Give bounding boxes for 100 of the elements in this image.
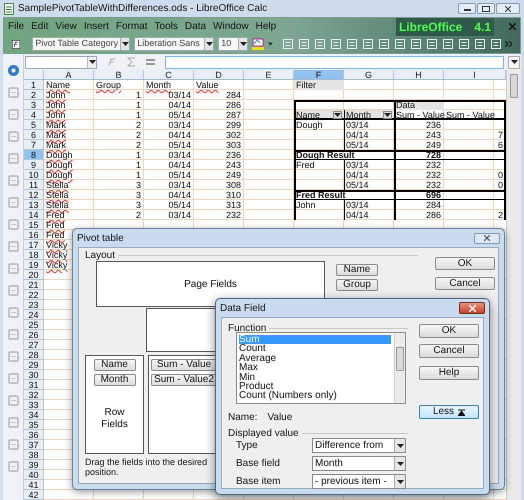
- menu-item[interactable]: Help: [256, 19, 276, 34]
- tool-icon[interactable]: [6, 284, 20, 297]
- row-header[interactable]: 40: [24, 470, 44, 480]
- dropdown-button[interactable]: [383, 111, 392, 119]
- row-header[interactable]: 24: [24, 310, 44, 320]
- row-header[interactable]: 21: [24, 280, 44, 290]
- list-item[interactable]: Count: [239, 344, 391, 354]
- row-header[interactable]: 2: [24, 90, 44, 100]
- row-header[interactable]: 23: [24, 300, 44, 310]
- row-header[interactable]: 3: [24, 100, 44, 110]
- menu-item[interactable]: Edit: [31, 19, 48, 34]
- row-header[interactable]: 5: [24, 120, 44, 130]
- scrollbar[interactable]: [394, 333, 405, 403]
- format-icon[interactable]: [491, 39, 501, 49]
- row-header[interactable]: 35: [24, 420, 44, 430]
- restore-button[interactable]: [477, 3, 495, 14]
- dialog-button[interactable]: Cancel: [435, 277, 495, 290]
- tool-icon[interactable]: [6, 218, 20, 231]
- menu-item[interactable]: Tools: [154, 19, 178, 34]
- tool-icon[interactable]: [6, 416, 20, 429]
- field-button[interactable]: Month: [94, 374, 136, 386]
- less-button[interactable]: Less: [419, 405, 479, 419]
- list-item[interactable]: Average: [239, 354, 391, 364]
- navigator-icon[interactable]: [6, 64, 20, 77]
- format-icon[interactable]: [427, 39, 437, 49]
- format-icon[interactable]: [283, 39, 293, 49]
- column-header[interactable]: A: [44, 70, 94, 79]
- row-header[interactable]: 7: [24, 140, 44, 150]
- expand-button[interactable]: [508, 56, 520, 68]
- highlight-icon[interactable]: [252, 38, 264, 50]
- function-list[interactable]: Sum Count Average Max Min Product Count (Numbers only): [236, 332, 406, 404]
- format-icon[interactable]: [475, 39, 485, 49]
- row-header[interactable]: 10: [24, 170, 44, 180]
- format-icon[interactable]: [395, 39, 405, 49]
- close-button[interactable]: [496, 3, 520, 14]
- format-icon[interactable]: [363, 39, 373, 49]
- row-header[interactable]: 31: [24, 380, 44, 390]
- function-wizard-icon[interactable]: [107, 57, 117, 67]
- row-header[interactable]: 11: [24, 180, 44, 190]
- row-header[interactable]: 34: [24, 410, 44, 420]
- row-header[interactable]: 29: [24, 360, 44, 370]
- field-button[interactable]: Sum - Value: [151, 359, 217, 371]
- row-header[interactable]: 16: [24, 230, 44, 240]
- menu-item[interactable]: Data: [184, 19, 206, 34]
- column-header[interactable]: C: [144, 70, 194, 79]
- dialog-button[interactable]: OK: [419, 324, 479, 338]
- dialog-button[interactable]: Cancel: [419, 344, 479, 358]
- tool-icon[interactable]: [6, 108, 20, 121]
- dropdown[interactable]: Month: [312, 456, 406, 471]
- font-dropdown[interactable]: Liberation Sans: [134, 37, 214, 51]
- list-item[interactable]: Max: [239, 363, 391, 373]
- row-header[interactable]: 27: [24, 340, 44, 350]
- dropdown[interactable]: Difference from: [312, 438, 406, 453]
- tool-icon[interactable]: [6, 240, 20, 253]
- row-header[interactable]: 38: [24, 450, 44, 460]
- menu-item[interactable]: Format: [116, 19, 148, 34]
- list-item[interactable]: Min: [239, 372, 391, 382]
- dropdown-button[interactable]: [333, 111, 342, 119]
- format-icon[interactable]: [299, 39, 309, 49]
- row-header[interactable]: 8: [24, 150, 44, 160]
- function-icon[interactable]: [12, 38, 20, 50]
- row-header[interactable]: 18: [24, 250, 44, 260]
- row-header[interactable]: 30: [24, 370, 44, 380]
- format-icon[interactable]: [331, 39, 341, 49]
- tool-icon[interactable]: [6, 196, 20, 209]
- tool-icon[interactable]: [6, 460, 20, 473]
- menu-item[interactable]: Insert: [84, 19, 109, 34]
- row-header[interactable]: 1: [24, 80, 44, 90]
- tool-icon[interactable]: [6, 86, 20, 99]
- formula-icon[interactable]: [146, 59, 155, 65]
- row-header[interactable]: 25: [24, 320, 44, 330]
- format-icon[interactable]: [411, 39, 421, 49]
- dialog-button[interactable]: OK: [435, 257, 495, 270]
- row-header[interactable]: 14: [24, 210, 44, 220]
- tool-icon[interactable]: [6, 174, 20, 187]
- tool-icon[interactable]: [6, 372, 20, 385]
- tool-icon[interactable]: [6, 350, 20, 363]
- format-icon[interactable]: [315, 39, 325, 49]
- format-icon[interactable]: [379, 39, 389, 49]
- row-header[interactable]: 28: [24, 350, 44, 360]
- row-header[interactable]: 26: [24, 330, 44, 340]
- row-header[interactable]: 39: [24, 460, 44, 470]
- dropdown[interactable]: - previous item -: [312, 474, 406, 489]
- column-header[interactable]: H: [394, 70, 444, 79]
- column-header[interactable]: G: [344, 70, 394, 79]
- menu-item[interactable]: View: [55, 19, 77, 34]
- row-header[interactable]: 36: [24, 430, 44, 440]
- more-icon[interactable]: [505, 41, 512, 47]
- row-header[interactable]: 22: [24, 290, 44, 300]
- row-header[interactable]: 4: [24, 110, 44, 120]
- row-header[interactable]: 6: [24, 130, 44, 140]
- minimize-button[interactable]: [458, 3, 476, 14]
- row-header[interactable]: 15: [24, 220, 44, 230]
- list-item[interactable]: Product: [239, 382, 391, 392]
- tool-icon[interactable]: [6, 130, 20, 143]
- menu-item[interactable]: Window: [213, 19, 249, 34]
- tool-icon[interactable]: [6, 152, 20, 165]
- row-header[interactable]: 13: [24, 200, 44, 210]
- field-button[interactable]: Name: [94, 359, 136, 371]
- tool-icon[interactable]: [6, 262, 20, 275]
